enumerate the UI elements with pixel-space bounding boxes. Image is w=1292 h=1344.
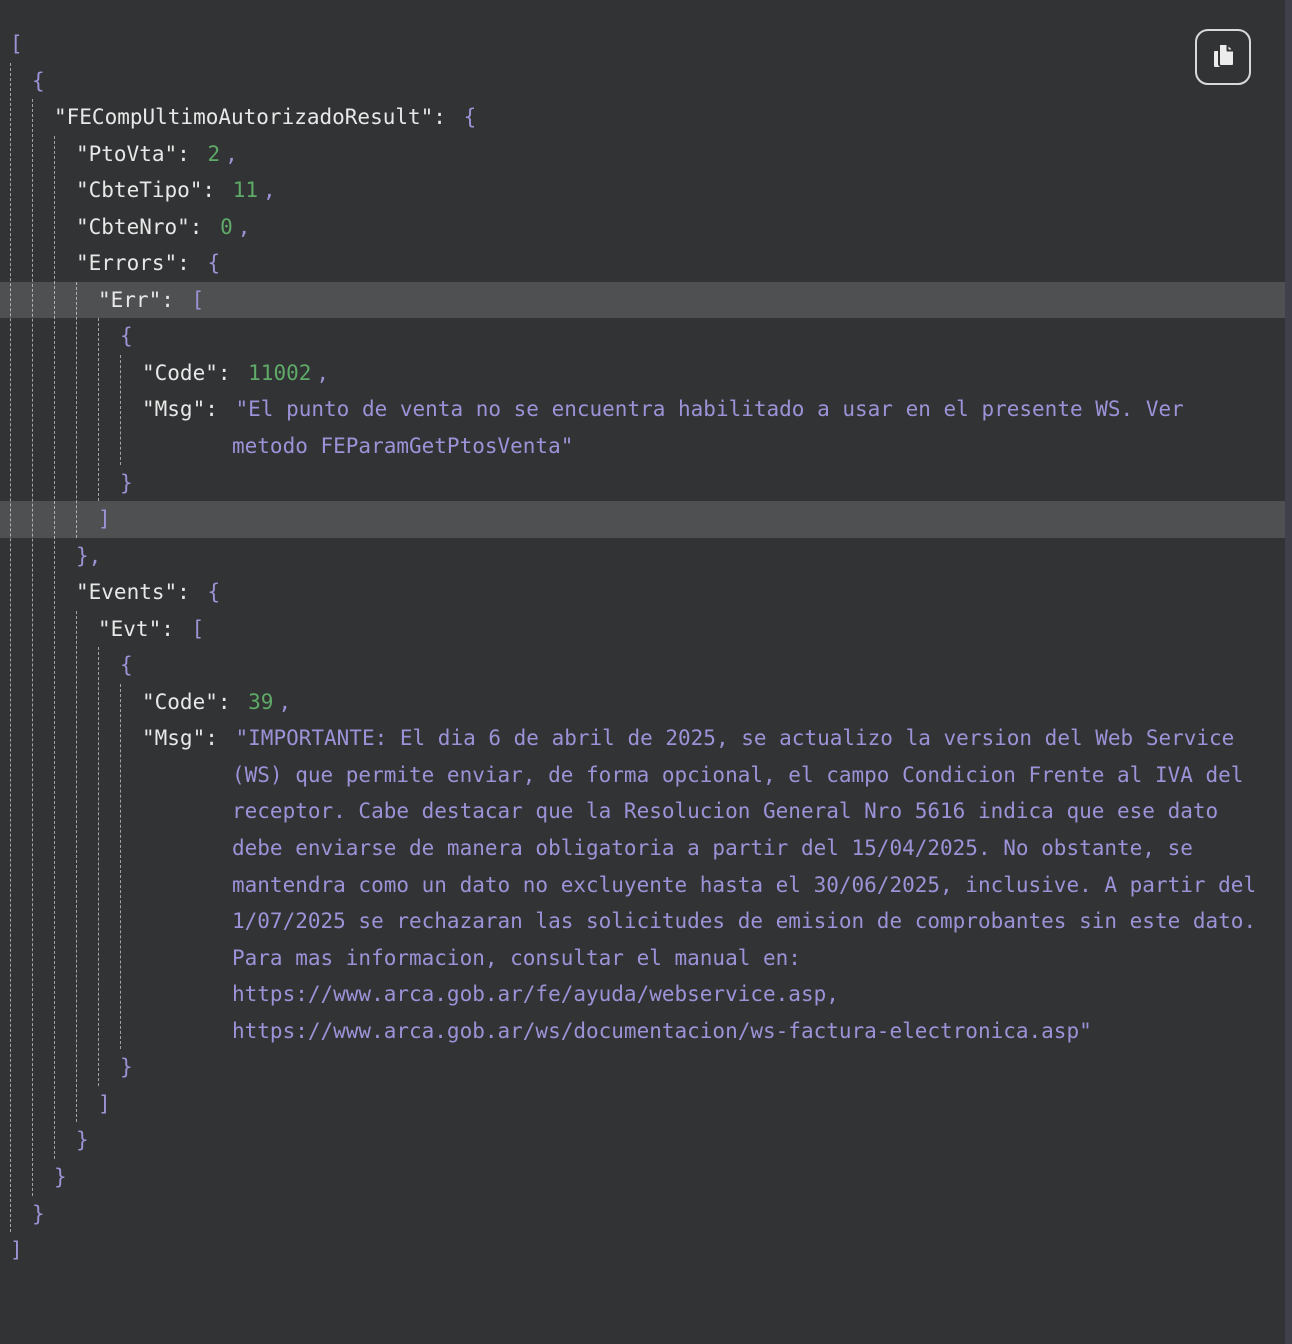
json-string: 1/07/2025 se rechazaran las solicitudes …: [232, 909, 1256, 933]
json-line: ]: [0, 1086, 1285, 1123]
json-line: },: [0, 538, 1285, 575]
json-number: 11002: [248, 361, 311, 385]
json-line: (WS) que permite enviar, de forma opcion…: [0, 757, 1285, 794]
json-code-block: [{"FECompUltimoAutorizadoResult": {"PtoV…: [0, 0, 1285, 1269]
json-punct: ,: [225, 142, 238, 166]
json-line: "CbteTipo": 11,: [0, 172, 1285, 209]
json-key: "CbteTipo":: [76, 178, 228, 202]
json-line: receptor. Cabe destacar que la Resolucio…: [0, 793, 1285, 830]
json-line: "Msg": "IMPORTANTE: El dia 6 de abril de…: [0, 720, 1285, 757]
json-number: 39: [248, 690, 273, 714]
json-string: mantendra como un dato no excluyente has…: [232, 873, 1256, 897]
json-number: 0: [220, 215, 233, 239]
json-line: ]: [0, 1232, 1285, 1269]
json-line: {: [0, 318, 1285, 355]
json-line: "Code": 39,: [0, 684, 1285, 721]
json-line: Para mas informacion, consultar el manua…: [0, 940, 1285, 977]
copy-button[interactable]: [1195, 29, 1251, 85]
json-punct: },: [76, 544, 101, 568]
scrollbar-track[interactable]: [1285, 0, 1292, 1344]
json-punct: {: [120, 653, 133, 677]
json-string: "El punto de venta no se encuentra habil…: [236, 397, 1184, 421]
json-line: "CbteNro": 0,: [0, 209, 1285, 246]
json-punct: }: [76, 1128, 89, 1152]
json-punct: }: [120, 1055, 133, 1079]
json-line: "Events": {: [0, 574, 1285, 611]
json-string: Para mas informacion, consultar el manua…: [232, 946, 801, 970]
json-line: "PtoVta": 2,: [0, 136, 1285, 173]
json-key: "Msg":: [142, 726, 231, 750]
json-line: }: [0, 1159, 1285, 1196]
json-punct: [: [192, 288, 205, 312]
json-punct: ,: [238, 215, 251, 239]
json-line: debe enviarse de manera obligatoria a pa…: [0, 830, 1285, 867]
json-line: "Errors": {: [0, 245, 1285, 282]
json-punct: {: [32, 69, 45, 93]
json-line: {: [0, 63, 1285, 100]
json-key: "FECompUltimoAutorizadoResult":: [54, 105, 459, 129]
json-punct: }: [32, 1202, 45, 1226]
json-punct: ,: [278, 690, 291, 714]
json-punct: ,: [316, 361, 329, 385]
json-punct: {: [207, 251, 220, 275]
json-key: "Msg":: [142, 397, 231, 421]
json-line: 1/07/2025 se rechazaran las solicitudes …: [0, 903, 1285, 940]
json-line: mantendra como un dato no excluyente has…: [0, 867, 1285, 904]
json-string: (WS) que permite enviar, de forma opcion…: [232, 763, 1243, 787]
json-string: https://www.arca.gob.ar/fe/ayuda/webserv…: [232, 982, 839, 1006]
json-string: debe enviarse de manera obligatoria a pa…: [232, 836, 1193, 860]
json-string: receptor. Cabe destacar que la Resolucio…: [232, 799, 1218, 823]
json-line: [: [0, 26, 1285, 63]
json-punct: }: [54, 1165, 67, 1189]
json-key: "Code":: [142, 690, 243, 714]
json-punct: [: [192, 617, 205, 641]
json-punct: ,: [263, 178, 276, 202]
json-punct: }: [120, 471, 133, 495]
json-punct: ]: [98, 1092, 111, 1116]
json-line: "Evt": [: [0, 611, 1285, 648]
json-punct: {: [120, 324, 133, 348]
json-key: "CbteNro":: [76, 215, 215, 239]
json-string: metodo FEParamGetPtosVenta": [232, 434, 573, 458]
json-viewer-panel: [{"FECompUltimoAutorizadoResult": {"PtoV…: [0, 0, 1285, 1344]
json-number: 2: [207, 142, 220, 166]
json-line: metodo FEParamGetPtosVenta": [0, 428, 1285, 465]
json-punct: ]: [10, 1238, 23, 1262]
json-number: 11: [233, 178, 258, 202]
json-line: https://www.arca.gob.ar/fe/ayuda/webserv…: [0, 976, 1285, 1013]
json-line: }: [0, 1049, 1285, 1086]
json-punct: {: [207, 580, 220, 604]
json-key: "PtoVta":: [76, 142, 202, 166]
json-line: "Msg": "El punto de venta no se encuentr…: [0, 391, 1285, 428]
json-key: "Evt":: [98, 617, 187, 641]
json-punct: {: [464, 105, 477, 129]
json-line: https://www.arca.gob.ar/ws/documentacion…: [0, 1013, 1285, 1050]
json-key: "Err":: [98, 288, 187, 312]
json-key: "Errors":: [76, 251, 202, 275]
json-string: "IMPORTANTE: El dia 6 de abril de 2025, …: [236, 726, 1235, 750]
json-line: }: [0, 1196, 1285, 1233]
json-punct: ]: [98, 507, 111, 531]
json-line-highlighted[interactable]: "Err": [: [0, 282, 1285, 319]
copy-icon: [1208, 41, 1238, 74]
json-line-highlighted[interactable]: ]: [0, 501, 1285, 538]
json-key: "Code":: [142, 361, 243, 385]
json-key: "Events":: [76, 580, 202, 604]
json-string: https://www.arca.gob.ar/ws/documentacion…: [232, 1019, 1092, 1043]
json-line: "FECompUltimoAutorizadoResult": {: [0, 99, 1285, 136]
json-punct: [: [10, 32, 23, 56]
json-line: }: [0, 465, 1285, 502]
json-line: }: [0, 1122, 1285, 1159]
json-line: "Code": 11002,: [0, 355, 1285, 392]
json-line: {: [0, 647, 1285, 684]
